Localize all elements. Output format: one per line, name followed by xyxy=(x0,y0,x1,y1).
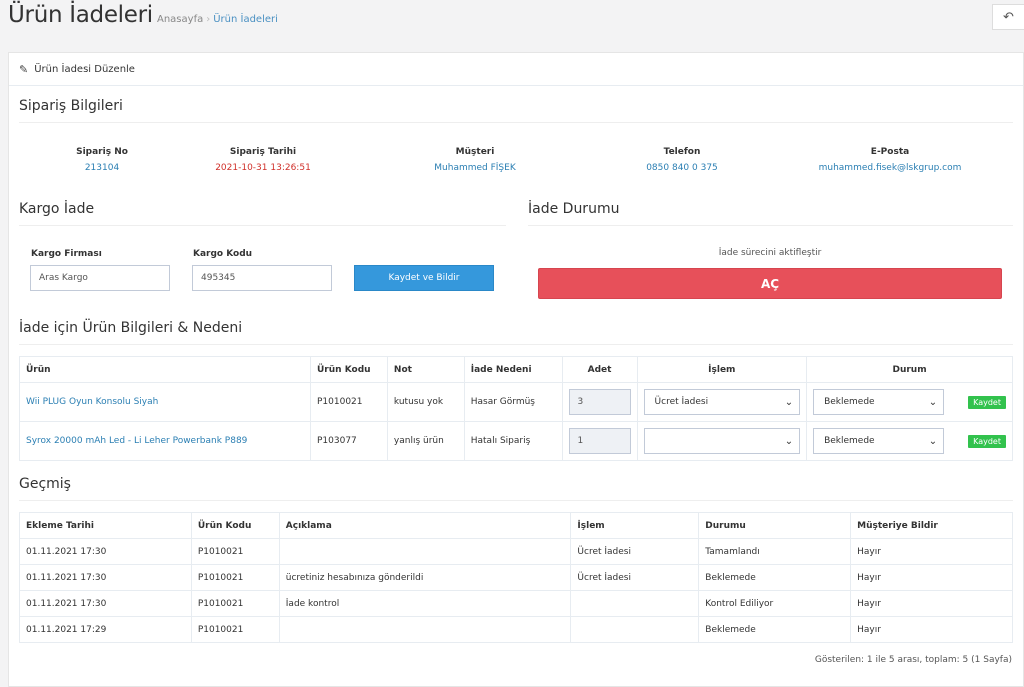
cargo-company-input[interactable]: Aras Kargo xyxy=(30,265,170,291)
chevron-down-icon: ⌄ xyxy=(928,435,938,447)
portlet-title: Ürün İadesi Düzenle xyxy=(34,63,135,75)
back-button[interactable]: ↶ xyxy=(992,4,1024,30)
qty-input[interactable]: 1 xyxy=(568,428,631,454)
product-link[interactable]: Syrox 20000 mAh Led - Li Leher Powerbank… xyxy=(26,436,247,446)
col-product: Ürün xyxy=(19,356,311,383)
product-code: P103077 xyxy=(310,421,388,461)
product-code: P1010021 xyxy=(310,382,388,422)
col-product-code: Ürün Kodu xyxy=(310,356,388,383)
breadcrumb: Anasayfa › Ürün İadeleri xyxy=(157,14,278,25)
customer: Müşteri Muhammed FİŞEK xyxy=(434,147,516,173)
col-code: Ürün Kodu xyxy=(190,512,280,539)
product-note: kutusu yok xyxy=(386,382,465,422)
col-action: İşlem xyxy=(636,356,808,383)
status-select[interactable]: Beklemede ⌄ xyxy=(813,428,945,454)
col-action: İşlem xyxy=(570,512,700,539)
order-no: Sipariş No 213104 xyxy=(76,147,128,173)
col-date: Ekleme Tarihi xyxy=(19,512,192,539)
row-save-button[interactable]: Kaydet xyxy=(968,395,1006,409)
email: E-Posta muhammed.fisek@lskgrup.com xyxy=(818,147,962,173)
cargo-code-input[interactable]: 495345 xyxy=(192,265,332,291)
products-header-row: Ürün Ürün Kodu Not İade Nedeni Adet İşle… xyxy=(19,356,1013,383)
action-select[interactable]: ⌄ xyxy=(643,428,801,454)
product-reason: Hatalı Sipariş xyxy=(463,421,563,461)
phone: Telefon 0850 840 0 375 xyxy=(646,147,718,173)
portlet-header: ✎ Ürün İadesi Düzenle xyxy=(9,53,1023,86)
activate-button[interactable]: AÇ xyxy=(538,268,1002,299)
return-status-section-title: İade Durumu xyxy=(528,201,1013,226)
table-row: Syrox 20000 mAh Led - Li Leher Powerbank… xyxy=(19,421,1013,461)
order-date: Sipariş Tarihi 2021-10-31 13:26:51 xyxy=(215,147,311,173)
table-row: Wii PLUG Oyun Konsolu Siyah P1010021 kut… xyxy=(19,382,1013,422)
table-row: 01.11.2021 17:30 P1010021 İade kontrol K… xyxy=(19,590,1013,617)
col-note: Not xyxy=(386,356,465,383)
undo-icon: ↶ xyxy=(1003,9,1014,25)
cargo-section-title: Kargo İade xyxy=(19,201,506,226)
top-bar: Ürün İadeleri Anasayfa › Ürün İadeleri ↶ xyxy=(0,0,1024,38)
history-table: Ekleme Tarihi Ürün Kodu Açıklama İşlem D… xyxy=(19,512,1013,643)
table-row: 01.11.2021 17:29 P1010021 Beklemede Hayı… xyxy=(19,616,1013,643)
order-section-title: Sipariş Bilgileri xyxy=(19,98,1013,123)
cargo-company-label: Kargo Firması xyxy=(31,249,102,259)
pagination-info: Gösterilen: 1 ile 5 arası, toplam: 5 (1 … xyxy=(814,655,1012,665)
page-title: Ürün İadeleri xyxy=(8,2,153,28)
product-reason: Hasar Görmüş xyxy=(463,382,563,422)
breadcrumb-current[interactable]: Ürün İadeleri xyxy=(213,14,278,25)
col-qty: Adet xyxy=(561,356,638,383)
history-header-row: Ekleme Tarihi Ürün Kodu Açıklama İşlem D… xyxy=(19,512,1013,539)
cargo-code-label: Kargo Kodu xyxy=(193,249,253,259)
chevron-down-icon: ⌄ xyxy=(784,435,794,447)
product-note: yanlış ürün xyxy=(386,421,465,461)
col-description: Açıklama xyxy=(278,512,572,539)
row-save-button[interactable]: Kaydet xyxy=(968,434,1006,448)
products-section-title: İade için Ürün Bilgileri & Nedeni xyxy=(19,320,1013,345)
breadcrumb-home[interactable]: Anasayfa xyxy=(157,14,203,25)
qty-input[interactable]: 3 xyxy=(568,389,631,415)
products-table: Ürün Ürün Kodu Not İade Nedeni Adet İşle… xyxy=(19,356,1013,461)
chevron-down-icon: ⌄ xyxy=(928,396,938,408)
pencil-icon: ✎ xyxy=(19,62,29,76)
history-section-title: Geçmiş xyxy=(19,476,1013,501)
status-select[interactable]: Beklemede ⌄ xyxy=(813,389,945,415)
chevron-down-icon: ⌄ xyxy=(784,396,794,408)
col-notify: Müşteriye Bildir xyxy=(850,512,1013,539)
col-reason: İade Nedeni xyxy=(463,356,563,383)
table-row: 01.11.2021 17:30 P1010021 ücretiniz hesa… xyxy=(19,564,1013,591)
activate-hint: İade sürecini aktifleştir xyxy=(718,248,822,258)
product-link[interactable]: Wii PLUG Oyun Konsolu Siyah xyxy=(26,397,158,407)
action-select[interactable]: Ücret İadesi ⌄ xyxy=(643,389,801,415)
table-row: 01.11.2021 17:30 P1010021 Ücret İadesi T… xyxy=(19,538,1013,565)
save-and-notify-button[interactable]: Kaydet ve Bildir xyxy=(354,265,494,291)
col-status: Durum xyxy=(806,356,1013,383)
col-status: Durumu xyxy=(698,512,852,539)
